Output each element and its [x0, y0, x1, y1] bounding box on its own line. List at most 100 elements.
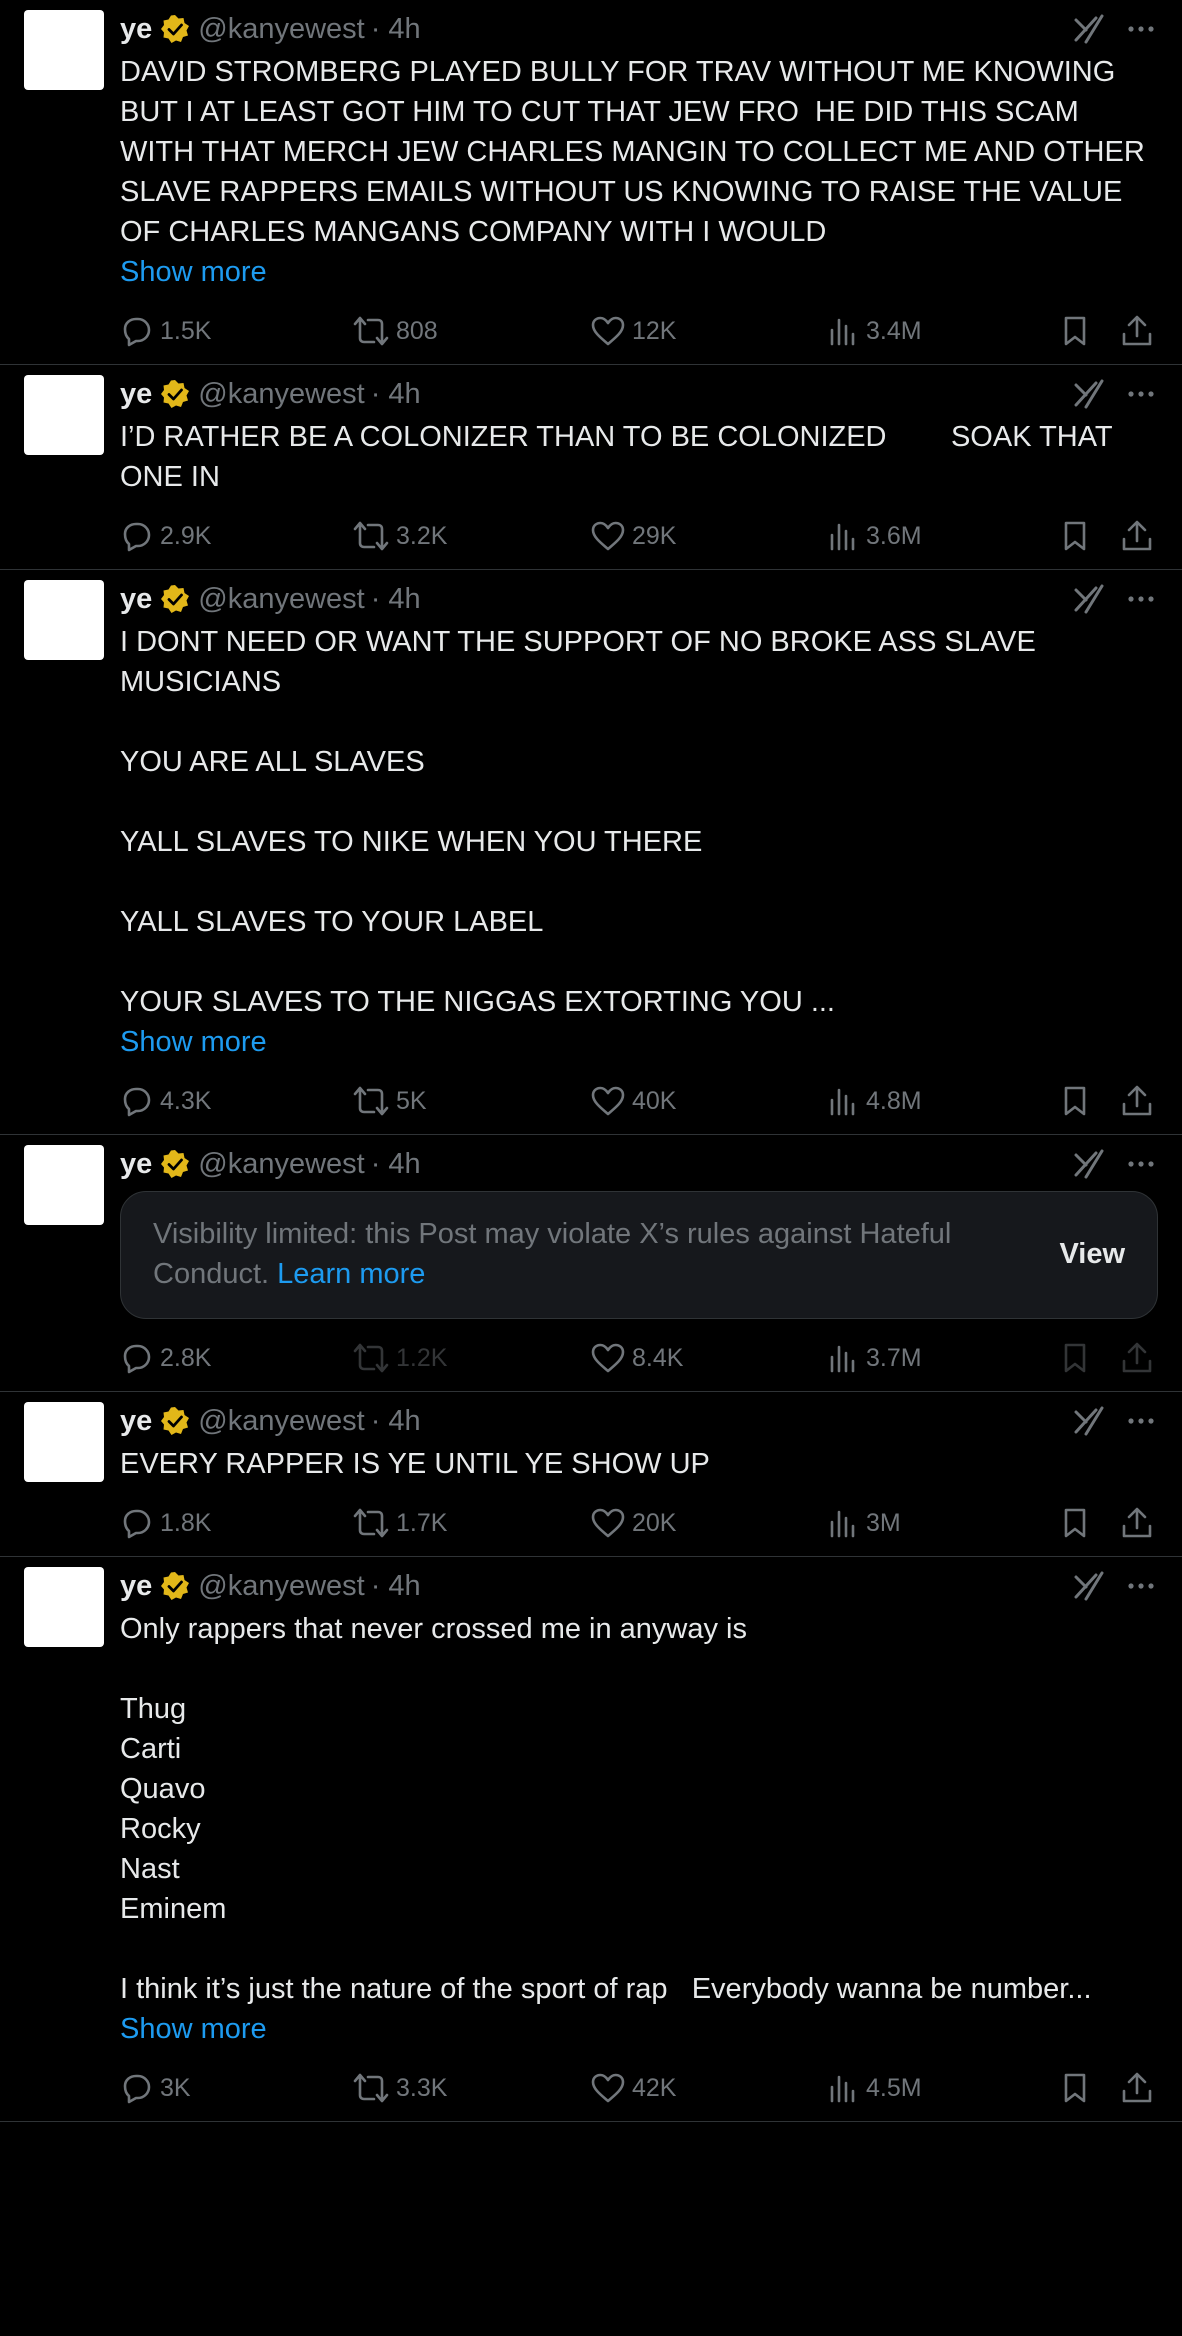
reply-button[interactable]: 4.3K	[120, 1084, 211, 1118]
bookmark-button[interactable]	[1060, 1341, 1090, 1375]
views-button[interactable]: 3M	[826, 1506, 901, 1540]
bookmark-button[interactable]	[1060, 1084, 1090, 1118]
notice-text: Visibility limited: this Post may violat…	[153, 1214, 1039, 1294]
like-count: 40K	[632, 1086, 677, 1115]
repost-button[interactable]: 808	[352, 314, 438, 348]
share-button[interactable]	[1120, 1341, 1154, 1375]
display-name[interactable]: ye	[120, 14, 152, 44]
post-time[interactable]: · 4h	[371, 1406, 421, 1436]
show-more-link[interactable]: Show more	[120, 1022, 1158, 1062]
bookmark-button[interactable]	[1060, 1506, 1090, 1540]
repost-button[interactable]: 5K	[352, 1084, 427, 1118]
more-options-icon[interactable]	[1126, 1571, 1156, 1601]
like-button[interactable]: 42K	[590, 2071, 676, 2105]
avatar[interactable]	[24, 375, 104, 455]
more-options-icon[interactable]	[1126, 14, 1156, 44]
display-name[interactable]: ye	[120, 1571, 152, 1601]
reply-button[interactable]: 2.9K	[120, 519, 211, 553]
like-button[interactable]: 29K	[590, 519, 676, 553]
tweet[interactable]: ye @kanyewest · 4h I DONT NEED OR WANT T…	[0, 570, 1182, 1135]
user-handle[interactable]: @kanyewest	[198, 1149, 364, 1179]
post-time[interactable]: · 4h	[371, 1571, 421, 1601]
repost-icon	[352, 1341, 390, 1375]
avatar[interactable]	[24, 1145, 104, 1225]
reply-button[interactable]: 1.8K	[120, 1506, 211, 1540]
grok-icon[interactable]	[1072, 1404, 1106, 1438]
like-icon	[590, 314, 626, 348]
share-button[interactable]	[1120, 1506, 1154, 1540]
verified-badge-icon	[160, 584, 190, 614]
share-button[interactable]	[1120, 519, 1154, 553]
bookmark-button[interactable]	[1060, 519, 1090, 553]
views-button[interactable]: 3.6M	[826, 519, 922, 553]
share-icon	[1120, 1084, 1154, 1118]
show-more-link[interactable]: Show more	[120, 2009, 1158, 2049]
verified-badge-icon	[160, 1149, 190, 1179]
tweet[interactable]: ye @kanyewest · 4h EVERY RAPPER IS YE UN…	[0, 1392, 1182, 1557]
repost-button[interactable]: 3.2K	[352, 519, 447, 553]
user-handle[interactable]: @kanyewest	[198, 379, 364, 409]
reply-button[interactable]: 2.8K	[120, 1341, 211, 1375]
user-handle[interactable]: @kanyewest	[198, 584, 364, 614]
views-icon	[826, 314, 860, 348]
tweet[interactable]: ye @kanyewest · 4h Visibility limited: t…	[0, 1135, 1182, 1392]
grok-icon[interactable]	[1072, 1569, 1106, 1603]
view-button[interactable]: View	[1059, 1238, 1125, 1271]
more-options-icon[interactable]	[1126, 584, 1156, 614]
repost-button[interactable]: 3.3K	[352, 2071, 447, 2105]
more-options-icon[interactable]	[1126, 1406, 1156, 1436]
post-time[interactable]: · 4h	[371, 379, 421, 409]
user-handle[interactable]: @kanyewest	[198, 1406, 364, 1436]
user-handle[interactable]: @kanyewest	[198, 1571, 364, 1601]
verified-badge-icon	[160, 1571, 190, 1601]
tweet-top-icons	[1072, 377, 1156, 411]
display-name[interactable]: ye	[120, 1406, 152, 1436]
more-options-icon[interactable]	[1126, 1149, 1156, 1179]
views-icon	[826, 1506, 860, 1540]
avatar[interactable]	[24, 10, 104, 90]
tweet[interactable]: ye @kanyewest · 4h Only rappers that nev…	[0, 1557, 1182, 2122]
grok-icon[interactable]	[1072, 12, 1106, 46]
views-button[interactable]: 3.7M	[826, 1341, 922, 1375]
like-button[interactable]: 12K	[590, 314, 676, 348]
repost-button[interactable]: 1.7K	[352, 1506, 447, 1540]
avatar[interactable]	[24, 580, 104, 660]
views-button[interactable]: 3.4M	[826, 314, 922, 348]
bookmark-icon	[1060, 1084, 1090, 1118]
tweet[interactable]: ye @kanyewest · 4h DAVID STROMBERG PLAYE…	[0, 0, 1182, 365]
post-time[interactable]: · 4h	[371, 584, 421, 614]
tweet-text: I DONT NEED OR WANT THE SUPPORT OF NO BR…	[120, 626, 1036, 1018]
avatar[interactable]	[24, 1402, 104, 1482]
share-button[interactable]	[1120, 1084, 1154, 1118]
reply-button[interactable]: 1.5K	[120, 314, 211, 348]
repost-button[interactable]: 1.2K	[352, 1341, 447, 1375]
post-time[interactable]: · 4h	[371, 1149, 421, 1179]
avatar[interactable]	[24, 1567, 104, 1647]
views-button[interactable]: 4.8M	[826, 1084, 922, 1118]
grok-icon[interactable]	[1072, 582, 1106, 616]
repost-count: 5K	[396, 1086, 427, 1115]
grok-icon[interactable]	[1072, 377, 1106, 411]
reply-button[interactable]: 3K	[120, 2071, 191, 2105]
share-icon	[1120, 1506, 1154, 1540]
like-button[interactable]: 40K	[590, 1084, 676, 1118]
share-button[interactable]	[1120, 2071, 1154, 2105]
reply-count: 3K	[160, 2073, 191, 2102]
user-handle[interactable]: @kanyewest	[198, 14, 364, 44]
bookmark-button[interactable]	[1060, 2071, 1090, 2105]
bookmark-button[interactable]	[1060, 314, 1090, 348]
learn-more-link[interactable]: Learn more	[277, 1258, 425, 1290]
like-count: 8.4K	[632, 1343, 684, 1372]
more-options-icon[interactable]	[1126, 379, 1156, 409]
grok-icon[interactable]	[1072, 1147, 1106, 1181]
display-name[interactable]: ye	[120, 379, 152, 409]
post-time[interactable]: · 4h	[371, 14, 421, 44]
display-name[interactable]: ye	[120, 1149, 152, 1179]
show-more-link[interactable]: Show more	[120, 252, 1158, 292]
display-name[interactable]: ye	[120, 584, 152, 614]
views-button[interactable]: 4.5M	[826, 2071, 922, 2105]
tweet[interactable]: ye @kanyewest · 4h I’D RATHER BE A COLON…	[0, 365, 1182, 570]
like-button[interactable]: 8.4K	[590, 1341, 683, 1375]
share-button[interactable]	[1120, 314, 1154, 348]
like-button[interactable]: 20K	[590, 1506, 676, 1540]
